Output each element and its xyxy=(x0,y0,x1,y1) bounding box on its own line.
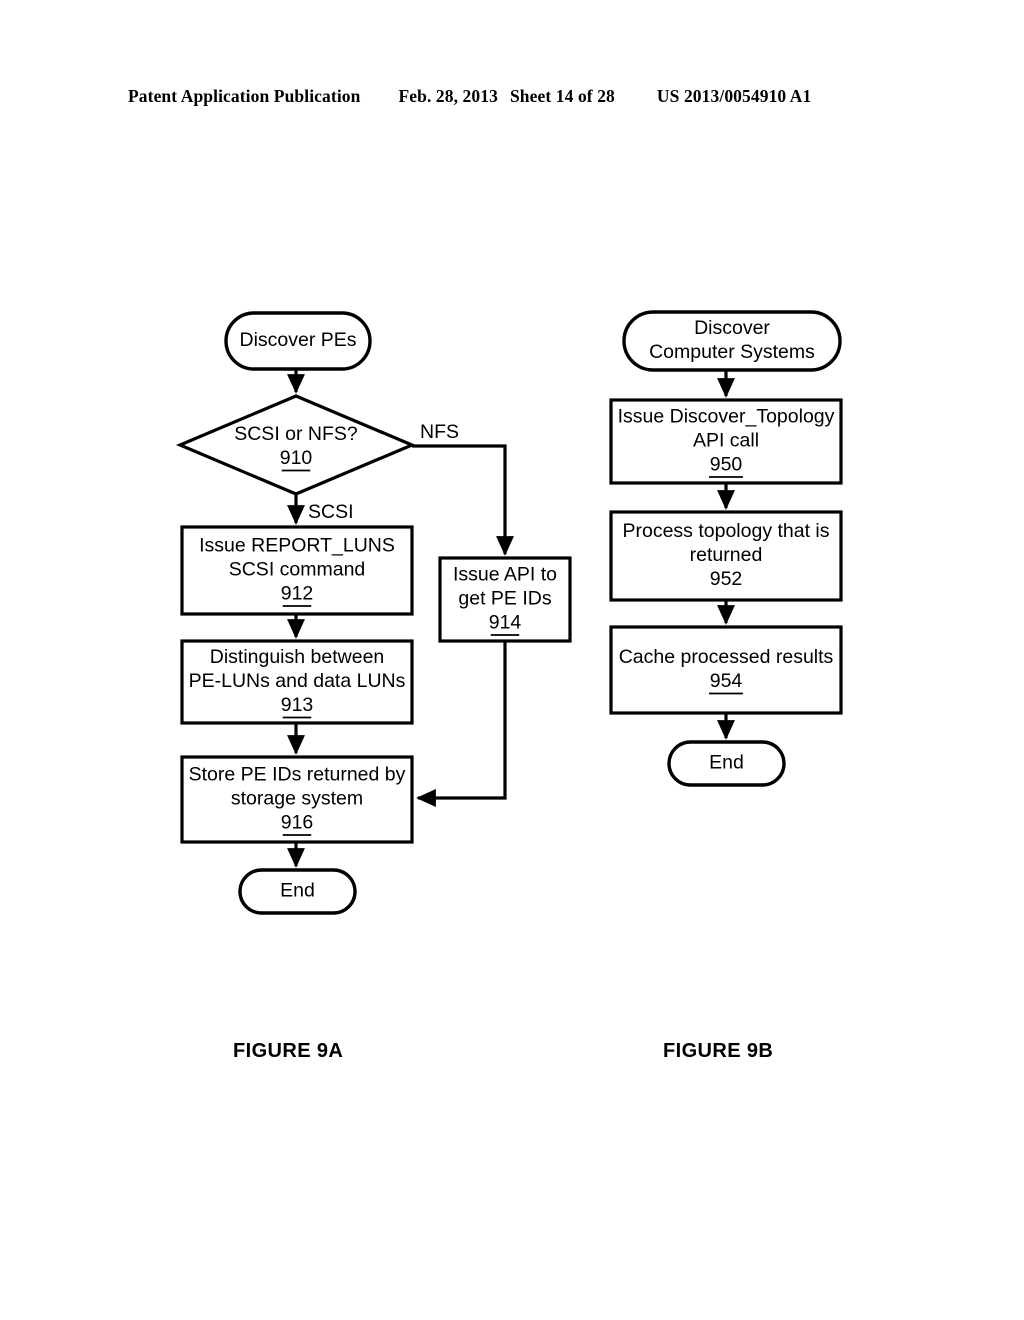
figure-canvas: NFS SCSI Discover PEs SCSI or NFS? 910 Issue … xyxy=(0,0,1024,1320)
process-topology-ref-number: 952 xyxy=(710,568,743,590)
end-9a-line-0: End xyxy=(280,880,315,902)
e-api-to-store xyxy=(416,641,507,807)
scsi-or-nfs-line-0: SCSI or NFS? xyxy=(234,423,358,445)
distinguish-pe-luns-line-0: Distinguish between xyxy=(210,646,385,668)
issue-api-get-pe-ids-line-1: get PE IDs xyxy=(458,588,551,610)
flowchart-drawing: NFSSCSIDiscover PEsSCSI or NFS?910Issue … xyxy=(175,310,843,915)
issue-discover-topology-ref-number: 950 xyxy=(710,454,743,476)
issue-discover-topology-line-0: Issue Discover_Topology xyxy=(618,406,835,428)
node-cache-processed-results: Cache processed results954 xyxy=(609,625,843,715)
node-end-9a: End xyxy=(238,868,357,915)
cache-processed-results-ref-number: 954 xyxy=(710,670,743,692)
process-topology-line-0: Process topology that is xyxy=(622,520,829,542)
node-scsi-or-nfs: SCSI or NFS?910 xyxy=(175,394,417,496)
figure-caption-9b: FIGURE 9B xyxy=(663,1040,774,1062)
discover-computer-systems-line-0: Discover xyxy=(694,317,770,339)
figure-caption-9a: FIGURE 9A xyxy=(233,1040,344,1062)
node-issue-api-get-pe-ids: Issue API toget PE IDs914 xyxy=(438,556,572,643)
node-issue-report-luns: Issue REPORT_LUNSSCSI command912 xyxy=(180,525,414,616)
store-pe-ids-line-0: Store PE IDs returned by xyxy=(189,764,406,786)
label-nfs: NFS xyxy=(420,421,459,443)
issue-discover-topology-line-1: API call xyxy=(693,430,759,452)
issue-api-get-pe-ids-line-0: Issue API to xyxy=(453,564,557,586)
node-store-pe-ids: Store PE IDs returned bystorage system91… xyxy=(180,755,414,844)
node-discover-computer-systems: DiscoverComputer Systems xyxy=(622,310,842,372)
issue-report-luns-ref-number: 912 xyxy=(281,583,314,605)
issue-report-luns-line-1: SCSI command xyxy=(229,559,366,581)
process-topology-line-1: returned xyxy=(690,544,763,566)
figure-9b: DiscoverComputer Systems Issue Discover_T… xyxy=(609,310,843,787)
issue-report-luns-line-0: Issue REPORT_LUNS xyxy=(199,535,395,557)
distinguish-pe-luns-ref-number: 913 xyxy=(281,694,314,716)
discover-pes-line-0: Discover PEs xyxy=(239,329,356,351)
scsi-or-nfs-ref-number: 910 xyxy=(280,447,313,469)
discover-computer-systems-line-1: Computer Systems xyxy=(649,341,815,363)
cache-processed-results-line-0: Cache processed results xyxy=(619,646,834,668)
issue-api-get-pe-ids-ref-number: 914 xyxy=(489,612,522,634)
node-distinguish-pe-luns: Distinguish betweenPE-LUNs and data LUNs… xyxy=(180,639,414,725)
label-scsi: SCSI xyxy=(308,501,354,523)
store-pe-ids-line-1: storage system xyxy=(231,788,363,810)
end-9b-line-0: End xyxy=(709,752,744,774)
node-process-topology: Process topology that isreturned952 xyxy=(609,510,843,602)
distinguish-pe-luns-line-1: PE-LUNs and data LUNs xyxy=(189,670,406,692)
node-discover-pes: Discover PEs xyxy=(224,311,372,371)
e-decision-to-api xyxy=(412,444,514,556)
store-pe-ids-ref-number: 916 xyxy=(281,812,314,834)
figure-9a: NFSSCSIDiscover PEsSCSI or NFS?910Issue … xyxy=(175,311,572,915)
patent-page: Patent Application Publication Feb. 28, … xyxy=(0,0,1024,1320)
node-end-9b: End xyxy=(667,740,786,787)
node-issue-discover-topology: Issue Discover_TopologyAPI call950 xyxy=(609,398,843,485)
